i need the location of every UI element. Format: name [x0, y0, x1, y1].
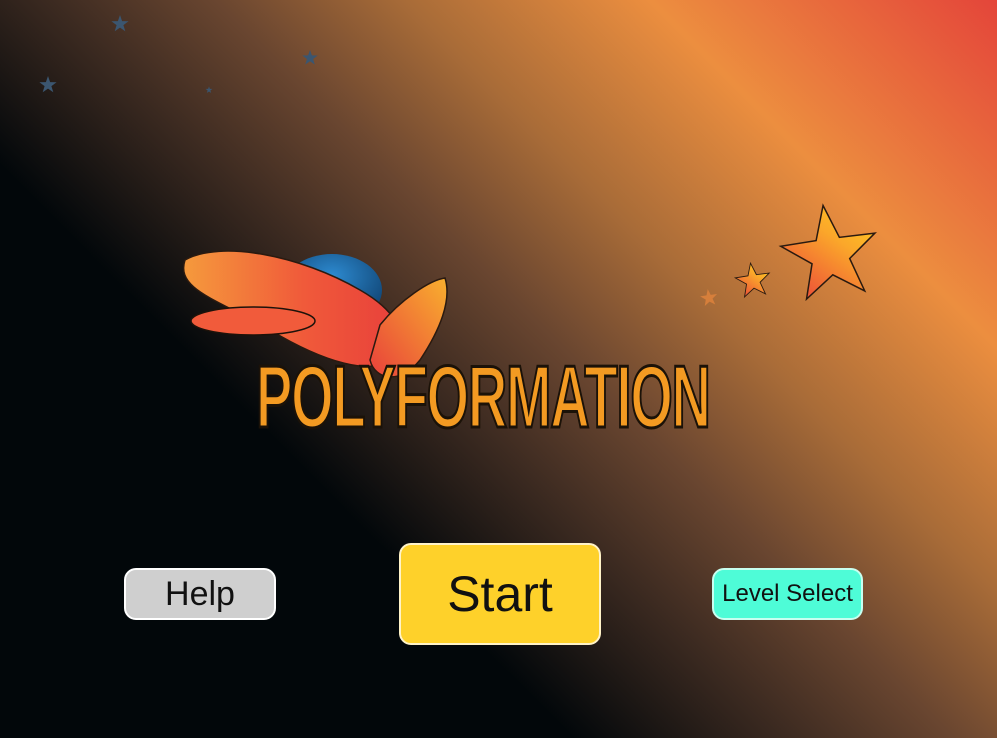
start-button[interactable]: Start [399, 543, 601, 645]
background-star-icon [39, 76, 57, 93]
background-star-icon [302, 49, 318, 65]
logo-star-icon [700, 203, 877, 306]
game-title: POLYFORMATION [255, 346, 712, 448]
background-star-icon [111, 15, 129, 32]
background-star-icon [205, 86, 213, 93]
level-select-button[interactable]: Level Select [712, 568, 863, 620]
help-button[interactable]: Help [124, 568, 276, 620]
